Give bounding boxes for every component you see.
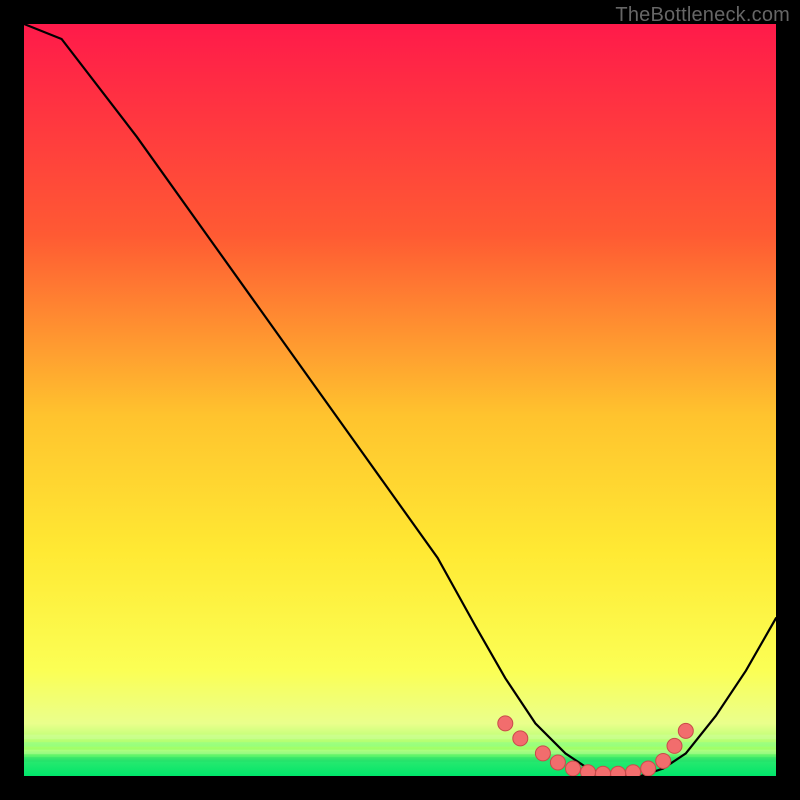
optimal-range-markers	[498, 716, 694, 776]
optimal-marker	[513, 731, 528, 746]
optimal-marker	[566, 761, 581, 776]
optimal-marker	[550, 755, 565, 770]
watermark-text: TheBottleneck.com	[615, 4, 790, 27]
optimal-marker	[498, 716, 513, 731]
optimal-marker	[667, 738, 682, 753]
curve-layer	[24, 24, 776, 776]
chart-frame: TheBottleneck.com	[0, 0, 800, 800]
optimal-marker	[626, 765, 641, 776]
optimal-marker	[611, 766, 626, 776]
optimal-marker	[678, 723, 693, 738]
plot-area	[24, 24, 776, 776]
optimal-marker	[535, 746, 550, 761]
optimal-marker	[581, 765, 596, 776]
bottleneck-curve	[24, 24, 776, 776]
optimal-marker	[641, 761, 656, 776]
optimal-marker	[656, 754, 671, 769]
optimal-marker	[596, 766, 611, 776]
